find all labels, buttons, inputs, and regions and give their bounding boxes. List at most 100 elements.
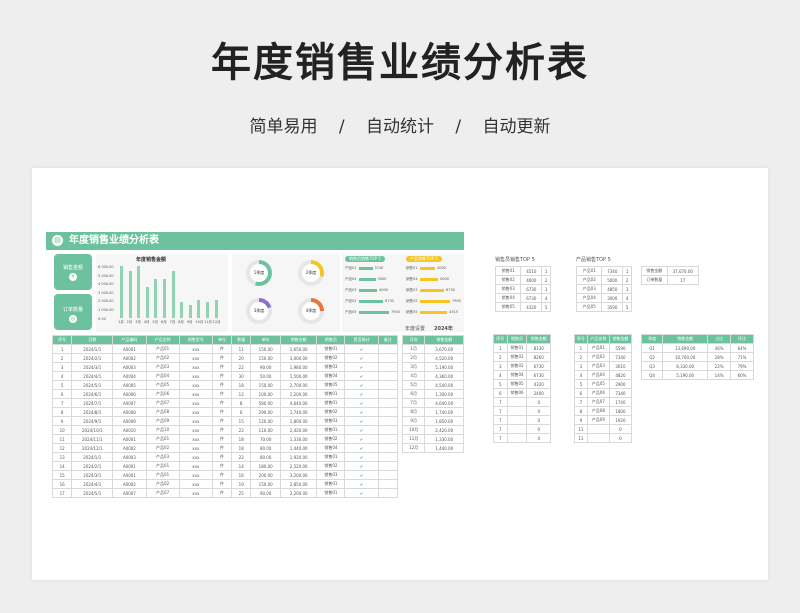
table-cell: 件: [211, 452, 233, 462]
table-cell: 产品01: [145, 344, 180, 354]
table-cell: 销售01: [316, 479, 346, 489]
table-cell: 6: [51, 389, 73, 399]
table-cell: 7340: [601, 266, 624, 276]
table-cell: 1740: [608, 397, 633, 407]
kpi-orders-label: 订单数量: [62, 307, 83, 313]
table-cell: 件: [211, 488, 233, 498]
table-cell: 销售03: [316, 470, 346, 480]
table-cell: 5: [622, 302, 632, 312]
table-cell: 3: [574, 361, 588, 371]
table-cell: 3,000.00: [280, 353, 318, 363]
table-cell: 28%: [707, 352, 732, 362]
table-cell: 产品02: [145, 353, 180, 363]
kpi-sales: 销售金额 ¥: [54, 254, 92, 290]
order-icon: ◎: [69, 315, 77, 323]
table-cell: [506, 415, 528, 425]
table-row: 4 产品04 4820: [574, 370, 633, 380]
column-header: 环比: [730, 334, 754, 344]
table-row: 12月 1,440.00: [401, 443, 464, 453]
table-cell: 销售金额: [641, 266, 668, 276]
table-cell: 2024/10/1: [71, 425, 114, 435]
table-row: 订单数量 17: [641, 275, 700, 285]
table-cell: [377, 371, 399, 381]
column-header: 产品编码: [112, 335, 147, 345]
bar-2: [128, 271, 132, 318]
dashboard: ▤ 年度销售业绩分析表 销售金额 ¥ 订单数量 ◎ 年度销售金额 6 000.00…: [46, 232, 464, 572]
table-cell: 5000: [601, 275, 624, 285]
bar-10: [197, 299, 201, 318]
bar-5: [154, 279, 158, 318]
table-cell: 2: [574, 352, 588, 362]
table-row: 8月 1,740.00: [401, 407, 464, 417]
table-cell: 产品07: [145, 488, 180, 498]
table-cell: 9: [574, 415, 588, 425]
table-cell: 71%: [730, 352, 754, 362]
table-cell: ✔: [344, 425, 379, 435]
top1-title: 销售员销售TOP 5: [345, 256, 385, 262]
table-cell: 2024/12/1: [71, 443, 114, 453]
table-row: Q4 5,190.00 14% 60%: [640, 370, 754, 380]
table-cell: 件: [211, 371, 233, 381]
table-cell: 22: [231, 425, 252, 435]
table-cell: 1: [51, 344, 73, 354]
table-cell: 4,520.00: [424, 353, 464, 363]
x-tick-label: 2月: [126, 320, 133, 324]
table-cell: 11: [574, 433, 588, 443]
table-cell: 销售03: [316, 416, 346, 426]
table-row: 70: [493, 406, 551, 416]
spreadsheet-preview: ▤ 年度销售业绩分析表 销售金额 ¥ 订单数量 ◎ 年度销售金额 6 000.00…: [32, 168, 768, 580]
bar-12: [214, 299, 218, 318]
table-cell: 销售05: [494, 302, 522, 312]
table-cell: 580.00: [250, 398, 282, 408]
table-cell: 1,920.00: [280, 452, 318, 462]
table-row: 3 销售03 6730: [493, 361, 551, 371]
table-cell: ✔: [344, 434, 379, 444]
table-cell: 件: [211, 461, 233, 471]
table-cell: 产品09: [145, 416, 180, 426]
table-cell: [586, 433, 610, 443]
table-row: 6 2024/6/1 A0006 产品06 xxx 件 12 100.00 1,200.00 销售…: [51, 389, 399, 399]
table-cell: 1,740.00: [280, 407, 318, 417]
bar-6: [163, 279, 166, 318]
top-bar: [359, 288, 377, 292]
table-cell: 销售02: [316, 434, 346, 444]
table-cell: 件: [211, 380, 233, 390]
table-cell: 3010: [608, 361, 633, 371]
right-summary-table: 销售金额 37,670.00 订单数量 17: [641, 266, 700, 285]
table-cell: 7月: [401, 398, 426, 408]
table-cell: 90.00: [250, 362, 282, 372]
bar-chart-panel: 年度销售金额 6 000.00 5 000.00 4 000.00 3 000.00 2…: [96, 254, 228, 332]
y-tick-label: 6 000.00: [98, 265, 114, 269]
bar-11: [206, 302, 209, 318]
table-cell: 9: [51, 416, 73, 426]
table-row: 11 2024/11/1 A0001 产品01 xxx 件 18 70.00 1,330.00 销…: [51, 434, 399, 444]
table-cell: 2024/4/1: [71, 371, 114, 381]
table-cell: A0009: [112, 416, 147, 426]
table-row: 70: [493, 397, 551, 407]
table-cell: 6730: [526, 370, 551, 380]
table-cell: 销售02: [316, 407, 346, 417]
bar-9: [188, 305, 192, 318]
table-cell: A0007: [112, 398, 147, 408]
table-cell: 2024/1/1: [71, 344, 114, 354]
table-cell: xxx: [178, 353, 213, 363]
table-cell: 3: [51, 362, 73, 372]
table-cell: 销售01: [316, 389, 346, 399]
column-header: 销售型号: [178, 335, 213, 345]
table-row: 销售04 6730 4: [494, 293, 551, 303]
table-cell: 10,700.00: [662, 352, 709, 362]
right-sales-table: 序号 销售员 销售金额 1 销售01 8130 2 销售02 8260 3 销售03 6730 4 销售0…: [493, 334, 551, 443]
table-cell: 8,330.00: [662, 361, 709, 371]
table-cell: 2900: [608, 379, 633, 389]
table-cell: 销售02: [506, 352, 528, 362]
table-cell: 2,200.00: [280, 488, 318, 498]
table-cell: 1,330.00: [424, 434, 464, 444]
top-bar: [420, 310, 447, 314]
table-cell: 4: [493, 370, 508, 380]
coin-icon: ¥: [69, 273, 77, 281]
table-cell: 1920: [608, 415, 633, 425]
table-cell: 70.00: [250, 434, 282, 444]
table-cell: 6730: [520, 284, 543, 294]
table-cell: 产品04: [575, 293, 603, 303]
table-cell: [506, 433, 528, 443]
